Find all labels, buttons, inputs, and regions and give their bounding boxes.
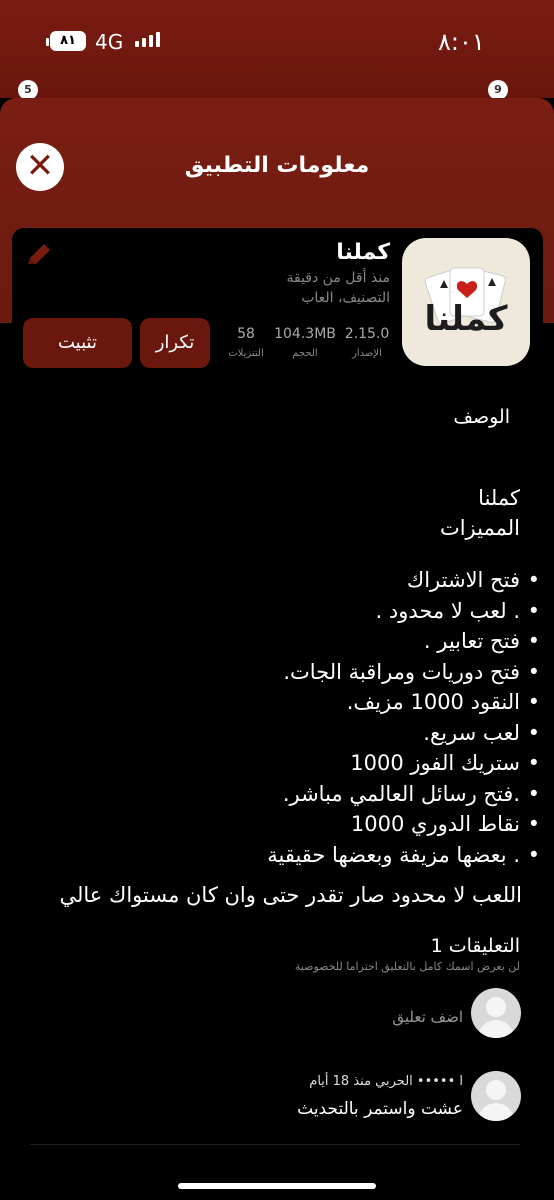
repeat-button[interactable]: تكرار: [140, 318, 210, 368]
description-heading: الوصف: [453, 406, 510, 428]
feature-item: لعب سريع.: [30, 718, 540, 749]
avatar: [471, 1071, 521, 1121]
app-category: التصنيف، العاب: [301, 290, 390, 306]
background-badge: 5: [18, 80, 38, 100]
comments-privacy-note: لن يعرض اسمك كامل بالتعليق احتراما للخصو…: [294, 960, 520, 973]
feature-item: فتح تعابير .: [30, 626, 540, 657]
app-icon: كملنا: [402, 238, 530, 366]
stat-label: التنزيلات: [228, 348, 264, 359]
home-indicator[interactable]: [178, 1183, 376, 1189]
features-list: فتح الاشتراك . لعب لا محدود . فتح تعابير…: [30, 565, 544, 870]
status-bar: ٨:٠١ ٨١ 4G 5 9: [0, 0, 554, 100]
network-type: 4G: [95, 30, 124, 54]
comment-meta: ا ••••• الحربي منذ 18 أيام: [309, 1074, 463, 1089]
stat-version: 2.15.0 الإصدار: [337, 326, 397, 359]
stat-label: الحجم: [292, 348, 318, 359]
stat-value: 104.3MB: [274, 326, 336, 342]
battery-icon: ٨١: [46, 31, 86, 51]
feature-item: النقود 1000 مزيف.: [30, 687, 540, 718]
features-heading: المميزات: [439, 516, 520, 540]
stat-value: 2.15.0: [344, 326, 390, 342]
feature-item: فتح دوريات ومراقبة الجات.: [30, 657, 540, 688]
stat-size: 104.3MB الحجم: [272, 326, 338, 359]
status-time: ٨:٠١: [438, 28, 485, 56]
description-header: كملنا المميزات: [30, 483, 520, 543]
app-icon-text: كملنا: [424, 299, 507, 339]
comments-title: التعليقات 1: [430, 935, 520, 957]
description-title: كملنا: [478, 486, 520, 510]
app-name: كملنا: [336, 240, 390, 265]
feature-item: فتح الاشتراك: [30, 565, 540, 596]
stat-label: الإصدار: [352, 348, 382, 359]
app-info-sheet: ✕ معلومات التطبيق كملنا كملنا منذ أقل من…: [0, 98, 554, 1200]
comment-text: عشت واستمر بالتحديث: [297, 1099, 463, 1119]
background-badge: 9: [488, 80, 508, 100]
description-summary: اللعب لا محدود صار تقدر حتى وان كان مستو…: [59, 883, 523, 907]
stat-value: 58: [237, 326, 255, 342]
divider: [30, 1144, 520, 1145]
feature-item: ستريك الفوز 1000: [30, 748, 540, 779]
app-updated: منذ أقل من دقيقة: [286, 270, 390, 286]
avatar: [471, 988, 521, 1038]
signal-icon: [135, 32, 160, 47]
stat-downloads: 58 التنزيلات: [220, 326, 272, 359]
pencil-icon[interactable]: [24, 240, 60, 276]
feature-item: .فتح رسائل العالمي مباشر.: [30, 779, 540, 810]
feature-item: نقاط الدوري 1000: [30, 809, 540, 840]
add-comment-field[interactable]: اضف تعليق: [100, 1008, 463, 1026]
feature-item: . بعضها مزيفة وبعضها حقيقية: [30, 840, 540, 871]
app-card: كملنا كملنا منذ أقل من دقيقة التصنيف، ال…: [12, 228, 543, 373]
feature-item: . لعب لا محدود .: [30, 596, 540, 627]
install-button[interactable]: تثبيت: [23, 318, 132, 368]
sheet-title: معلومات التطبيق: [184, 153, 370, 178]
